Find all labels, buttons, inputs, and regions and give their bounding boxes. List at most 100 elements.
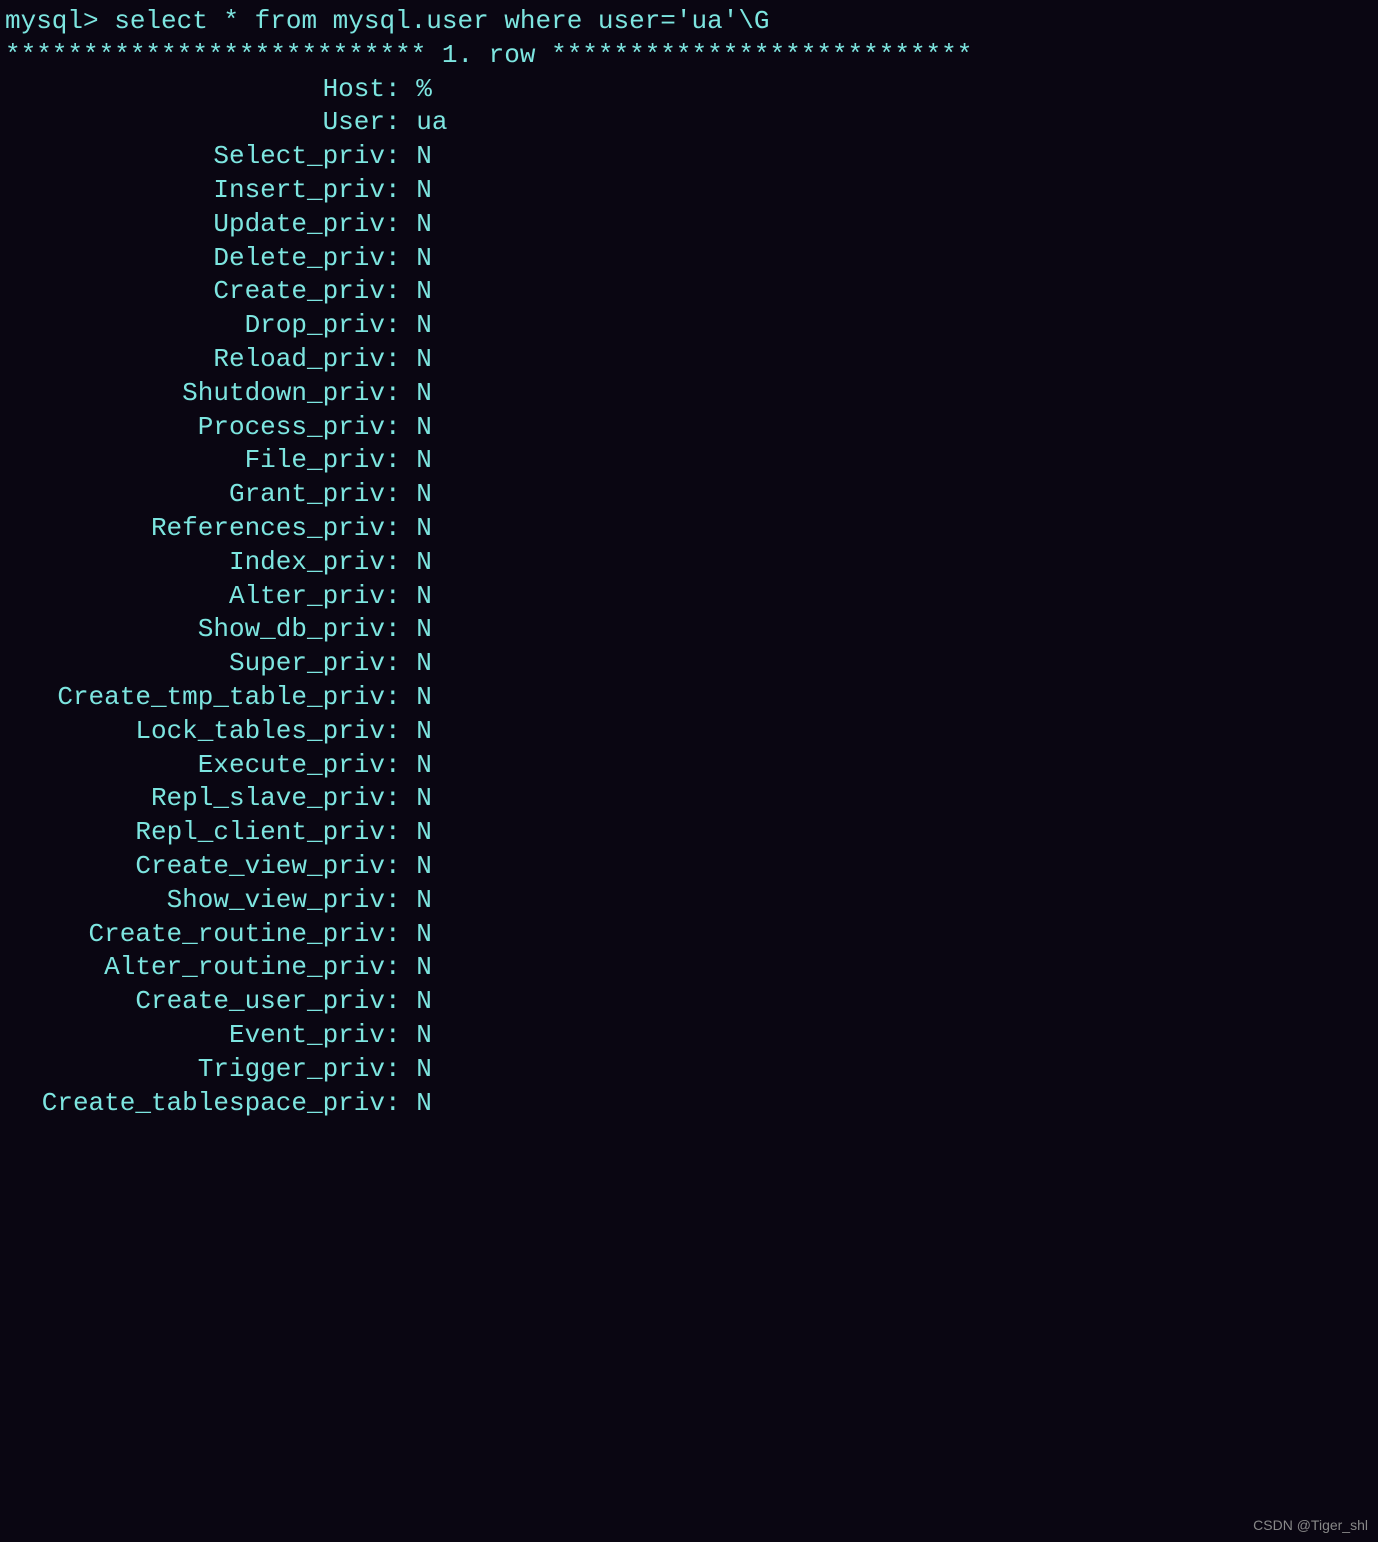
field-label: Event_priv — [5, 1019, 385, 1053]
mysql-prompt: mysql> — [5, 6, 114, 36]
field-value: N — [416, 1087, 432, 1121]
field-separator: : — [385, 208, 416, 242]
field-separator: : — [385, 309, 416, 343]
field-label: Reload_priv — [5, 343, 385, 377]
field-label: File_priv — [5, 444, 385, 478]
result-row: Alter_priv: N — [5, 580, 1373, 614]
field-value: N — [416, 411, 432, 445]
field-value: N — [416, 140, 432, 174]
field-label: Create_tablespace_priv — [5, 1087, 385, 1121]
field-value: N — [416, 613, 432, 647]
field-separator: : — [385, 681, 416, 715]
field-label: Alter_routine_priv — [5, 951, 385, 985]
field-label: Repl_slave_priv — [5, 782, 385, 816]
field-value: N — [416, 681, 432, 715]
field-separator: : — [385, 1019, 416, 1053]
result-row: Create_tmp_table_priv: N — [5, 681, 1373, 715]
field-value: N — [416, 1053, 432, 1087]
result-row: Update_priv: N — [5, 208, 1373, 242]
field-label: Lock_tables_priv — [5, 715, 385, 749]
field-separator: : — [385, 715, 416, 749]
field-value: N — [416, 208, 432, 242]
field-separator: : — [385, 782, 416, 816]
field-value: N — [416, 512, 432, 546]
result-row: Grant_priv: N — [5, 478, 1373, 512]
field-value: N — [416, 951, 432, 985]
result-row: Reload_priv: N — [5, 343, 1373, 377]
field-label: Create_routine_priv — [5, 918, 385, 952]
field-value: N — [416, 309, 432, 343]
result-row: Insert_priv: N — [5, 174, 1373, 208]
terminal-output: mysql> select * from mysql.user where us… — [5, 5, 1373, 1120]
field-separator: : — [385, 242, 416, 276]
field-label: Show_db_priv — [5, 613, 385, 647]
result-row: Shutdown_priv: N — [5, 377, 1373, 411]
field-value: N — [416, 444, 432, 478]
result-row: File_priv: N — [5, 444, 1373, 478]
result-row: Super_priv: N — [5, 647, 1373, 681]
field-label: Alter_priv — [5, 580, 385, 614]
field-label: Drop_priv — [5, 309, 385, 343]
result-row: Index_priv: N — [5, 546, 1373, 580]
field-value: N — [416, 816, 432, 850]
field-label: Index_priv — [5, 546, 385, 580]
field-label: Create_user_priv — [5, 985, 385, 1019]
field-separator: : — [385, 140, 416, 174]
field-separator: : — [385, 546, 416, 580]
result-row: Alter_routine_priv: N — [5, 951, 1373, 985]
field-value: N — [416, 850, 432, 884]
field-label: Create_priv — [5, 275, 385, 309]
field-label: Host — [5, 73, 385, 107]
field-value: N — [416, 275, 432, 309]
result-row: Delete_priv: N — [5, 242, 1373, 276]
field-separator: : — [385, 985, 416, 1019]
result-row: Event_priv: N — [5, 1019, 1373, 1053]
field-label: Insert_priv — [5, 174, 385, 208]
result-row: Create_routine_priv: N — [5, 918, 1373, 952]
field-label: User — [5, 106, 385, 140]
field-label: Repl_client_priv — [5, 816, 385, 850]
field-value: N — [416, 884, 432, 918]
field-label: Grant_priv — [5, 478, 385, 512]
result-row: Lock_tables_priv: N — [5, 715, 1373, 749]
field-value: N — [416, 478, 432, 512]
field-separator: : — [385, 884, 416, 918]
field-label: Shutdown_priv — [5, 377, 385, 411]
field-separator: : — [385, 647, 416, 681]
field-value: N — [416, 174, 432, 208]
result-row: Execute_priv: N — [5, 749, 1373, 783]
row-separator: *************************** 1. row *****… — [5, 39, 1373, 73]
field-separator: : — [385, 580, 416, 614]
result-row: Show_view_priv: N — [5, 884, 1373, 918]
field-value: N — [416, 580, 432, 614]
field-separator: : — [385, 73, 416, 107]
field-value: N — [416, 647, 432, 681]
field-value: N — [416, 242, 432, 276]
result-row: Create_priv: N — [5, 275, 1373, 309]
result-row: Create_view_priv: N — [5, 850, 1373, 884]
result-row: Create_tablespace_priv: N — [5, 1087, 1373, 1121]
field-value: N — [416, 715, 432, 749]
result-row: References_priv: N — [5, 512, 1373, 546]
field-separator: : — [385, 918, 416, 952]
result-row: Show_db_priv: N — [5, 613, 1373, 647]
field-label: Create_tmp_table_priv — [5, 681, 385, 715]
field-value: ua — [416, 106, 447, 140]
field-value: N — [416, 749, 432, 783]
result-row: Select_priv: N — [5, 140, 1373, 174]
watermark: CSDN @Tiger_shl — [1253, 1516, 1368, 1534]
field-label: Create_view_priv — [5, 850, 385, 884]
field-separator: : — [385, 411, 416, 445]
field-separator: : — [385, 106, 416, 140]
field-label: Select_priv — [5, 140, 385, 174]
field-separator: : — [385, 613, 416, 647]
field-separator: : — [385, 1053, 416, 1087]
field-value: N — [416, 782, 432, 816]
field-label: Process_priv — [5, 411, 385, 445]
field-value: N — [416, 546, 432, 580]
field-separator: : — [385, 478, 416, 512]
result-row: Host: % — [5, 73, 1373, 107]
field-label: Super_priv — [5, 647, 385, 681]
field-separator: : — [385, 343, 416, 377]
field-separator: : — [385, 816, 416, 850]
